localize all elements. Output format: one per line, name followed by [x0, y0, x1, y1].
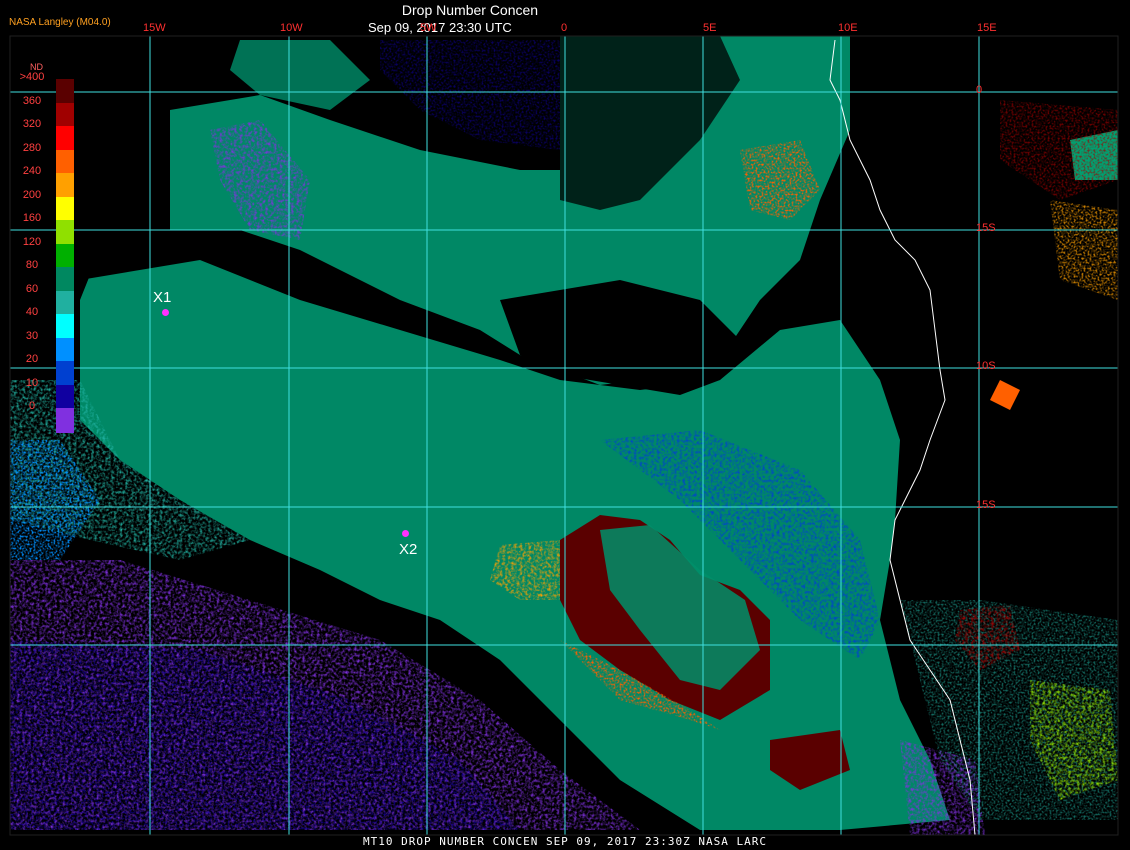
- colorbar-swatch: [56, 79, 74, 104]
- colorbar-swatch: [56, 220, 74, 245]
- lon-label-10w: 10W: [280, 22, 303, 34]
- colorbar-label: 80: [25, 259, 39, 271]
- map-title: Drop Number Concen: [401, 2, 539, 18]
- lon-label-15e: 15E: [977, 22, 997, 34]
- colorbar-label: 160: [22, 212, 42, 224]
- lat-label-5s: 15S: [976, 222, 996, 234]
- colorbar-swatch: [56, 290, 74, 315]
- colorbar-swatch: [56, 384, 74, 409]
- lon-label-5w: 5W: [420, 22, 437, 34]
- lon-label-15w: 15W: [143, 22, 166, 34]
- colorbar-label: 360: [22, 94, 42, 107]
- colorbar-swatch: [56, 149, 74, 174]
- colorbar-label: 280: [22, 141, 42, 154]
- marker-x1-label: X1: [153, 289, 172, 306]
- lat-label-0: 0: [976, 84, 983, 96]
- lon-label-0: 0: [561, 22, 568, 34]
- colorbar-label: 200: [22, 188, 42, 201]
- marker-x1-dot: [162, 309, 169, 316]
- colorbar-label: 20: [25, 353, 39, 365]
- colorbar-label: 240: [22, 165, 42, 177]
- lat-label-15s: 15S: [976, 499, 996, 511]
- colorbar-label: 60: [25, 282, 39, 295]
- colorbar-swatch: [56, 361, 74, 386]
- lon-label-5e: 5E: [703, 22, 717, 34]
- colorbar-label: >400: [19, 71, 45, 83]
- colorbar-label: 30: [25, 329, 39, 342]
- colorbar-swatch: [56, 126, 74, 151]
- colorbar-swatch: [56, 267, 74, 292]
- satellite-map: [0, 0, 1130, 850]
- lat-label-10s: 10S: [976, 360, 996, 372]
- colorbar-swatch: [56, 408, 74, 433]
- colorbar-label: 0: [28, 400, 36, 412]
- map-datetime: Sep 09, 2017 23:30 UTC: [368, 20, 512, 35]
- colorbar-label: 40: [25, 306, 39, 318]
- colorbar-swatch: [56, 314, 74, 339]
- marker-x2-dot: [402, 530, 409, 537]
- footer-caption: MT10 DROP NUMBER CONCEN SEP 09, 2017 23:…: [363, 835, 767, 848]
- colorbar-label: 320: [22, 118, 42, 130]
- lon-label-10e: 10E: [838, 22, 858, 34]
- brand-label: NASA Langley (M04.0): [9, 17, 111, 28]
- colorbar-swatch: [56, 196, 74, 221]
- colorbar-swatch: [56, 102, 74, 127]
- colorbar-label: 10: [25, 376, 39, 389]
- colorbar-swatch: [56, 337, 74, 362]
- colorbar-swatch: [56, 173, 74, 198]
- colorbar-label: 120: [22, 235, 42, 248]
- colorbar-swatch: [56, 243, 74, 268]
- marker-x2-label: X2: [399, 541, 418, 558]
